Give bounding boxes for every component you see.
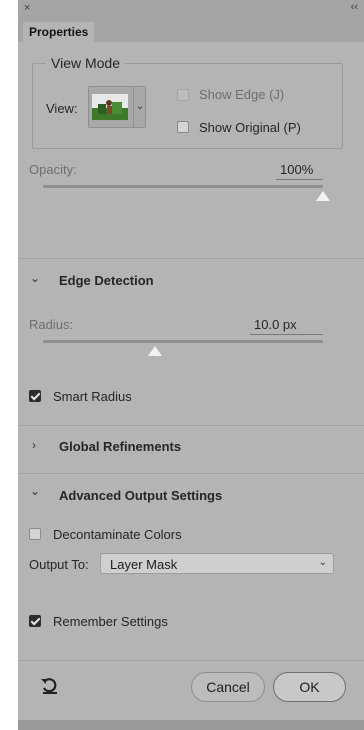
cancel-button[interactable]: Cancel — [191, 672, 265, 702]
chevron-down-icon[interactable]: ⌄ — [30, 271, 40, 285]
radius-value-underline — [250, 334, 323, 335]
decontaminate-checkbox[interactable] — [29, 528, 41, 540]
bottom-strip — [18, 720, 364, 730]
output-to-label: Output To: — [29, 557, 89, 572]
decontaminate-label: Decontaminate Colors — [53, 527, 182, 542]
tab-properties[interactable]: Properties — [23, 22, 95, 42]
show-edge-checkbox[interactable] — [177, 89, 189, 101]
opacity-value-underline — [276, 179, 323, 180]
collapse-icon[interactable]: ‹‹ — [351, 2, 358, 13]
opacity-value[interactable]: 100% — [280, 162, 313, 177]
remember-settings-label: Remember Settings — [53, 614, 168, 629]
global-refinements-header[interactable]: Global Refinements — [59, 439, 181, 454]
ok-button[interactable]: OK — [273, 672, 346, 702]
section-divider — [18, 258, 364, 259]
advanced-output-header[interactable]: Advanced Output Settings — [59, 488, 222, 503]
show-edge-label: Show Edge (J) — [199, 87, 285, 102]
panel-title-bar: × ‹‹ — [18, 0, 364, 22]
smart-radius-checkbox[interactable] — [29, 390, 41, 402]
opacity-slider-thumb[interactable] — [316, 191, 330, 201]
chevron-right-icon[interactable]: › — [32, 438, 36, 452]
edge-detection-header[interactable]: Edge Detection — [59, 273, 154, 288]
show-original-label: Show Original (P) — [199, 120, 301, 135]
view-label: View: — [46, 101, 78, 116]
opacity-label: Opacity: — [29, 162, 77, 177]
section-divider — [18, 473, 364, 474]
opacity-slider[interactable] — [43, 185, 323, 188]
radius-value[interactable]: 10.0 px — [254, 317, 297, 332]
remember-settings-checkbox[interactable] — [29, 615, 41, 627]
view-mode-legend: View Mode — [46, 55, 126, 71]
radius-slider[interactable] — [43, 340, 323, 343]
chevron-down-icon: ⌄ — [318, 557, 327, 568]
close-icon[interactable]: × — [24, 3, 30, 14]
view-thumbnail-icon — [92, 94, 128, 120]
properties-panel: × ‹‹ Properties View Mode View: ⌄ Show E… — [18, 0, 364, 730]
output-to-value: Layer Mask — [110, 557, 178, 572]
chevron-down-icon: ⌄ — [133, 87, 146, 127]
output-to-select[interactable]: Layer Mask ⌄ — [100, 553, 334, 574]
show-original-checkbox[interactable] — [177, 121, 189, 133]
reset-icon[interactable] — [40, 677, 60, 695]
section-divider — [18, 425, 364, 426]
view-mode-group — [32, 63, 343, 149]
smart-radius-label: Smart Radius — [53, 389, 132, 404]
radius-slider-thumb[interactable] — [148, 346, 162, 356]
radius-label: Radius: — [29, 317, 74, 332]
view-mode-dropdown[interactable]: ⌄ — [88, 86, 146, 128]
footer-divider — [18, 660, 364, 661]
chevron-down-icon[interactable]: ⌄ — [30, 484, 40, 498]
